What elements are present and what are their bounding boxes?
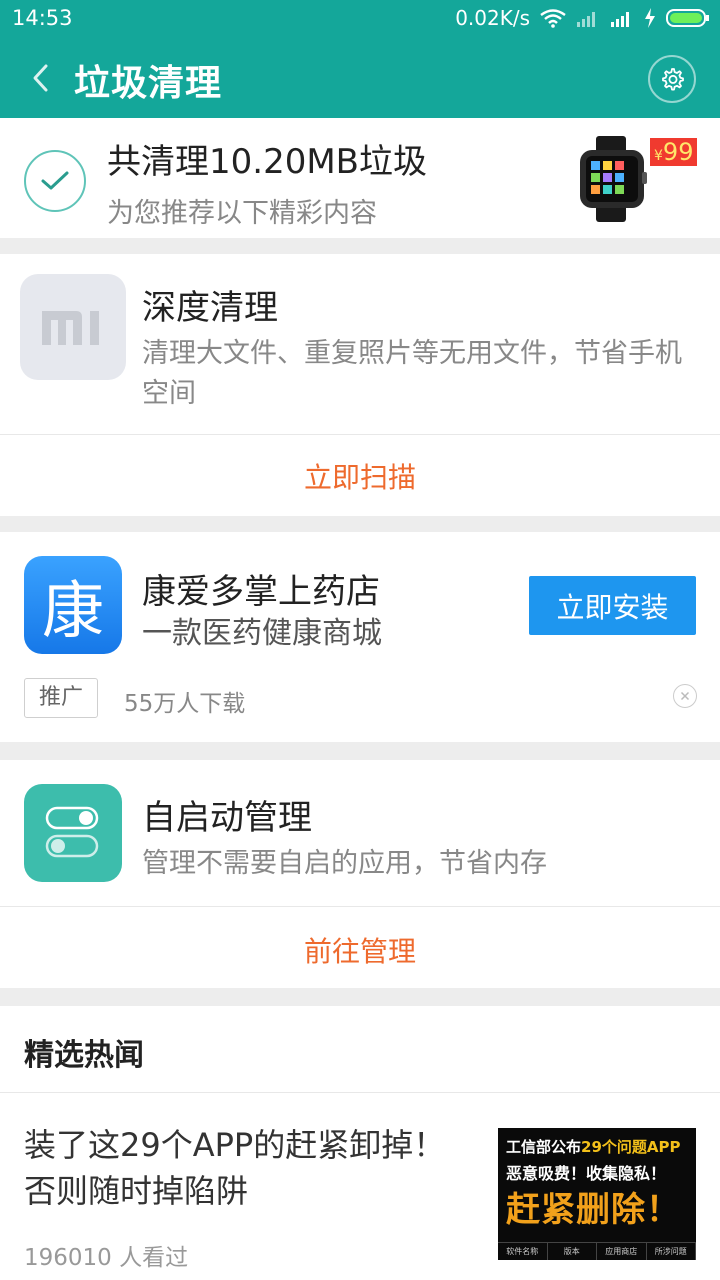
scan-now-link[interactable]: 立即扫描 (0, 456, 720, 496)
deep-clean-card: 深度清理 清理大文件、重复照片等无用文件，节省手机空间 立即扫描 (0, 254, 720, 516)
status-icons: 0.02K/s (455, 6, 710, 30)
deep-clean-title: 深度清理 (142, 288, 278, 328)
mi-icon-glyph (42, 311, 99, 345)
back-button[interactable] (24, 58, 58, 98)
autostart-description: 管理不需要自启的应用，节省内存 (142, 848, 547, 879)
mi-logo-icon (20, 274, 126, 380)
status-time: 14:53 (12, 6, 73, 30)
gear-icon (662, 68, 684, 91)
thumb-subline: 恶意吸费！收集隐私！ (506, 1164, 667, 1183)
app-bar: 垃圾清理 (0, 38, 720, 118)
check-circle-icon (24, 150, 86, 212)
wifi-icon (540, 9, 566, 28)
app-name: 康爱多掌上药店 (142, 572, 380, 612)
app-icon[interactable]: 康 (24, 556, 122, 654)
signal-icon-2 (611, 12, 629, 27)
go-manage-link[interactable]: 前往管理 (0, 930, 720, 970)
battery-icon (666, 9, 709, 27)
checkmark-icon (41, 171, 69, 190)
recommendation-subtitle: 为您推荐以下精彩内容 (107, 198, 377, 229)
thumb-callout: 赶紧删除！ (506, 1190, 681, 1230)
autostart-card: 自启动管理 管理不需要自启的应用，节省内存 前往管理 (0, 760, 720, 988)
news-thumbnail[interactable]: 工信部公布29个问题APP 恶意吸费！收集隐私！ 赶紧删除！ 软件名称 版本 应… (498, 1128, 696, 1260)
divider (0, 434, 720, 435)
status-bar: 14:53 0.02K/s (0, 0, 720, 38)
install-button[interactable]: 立即安装 (529, 576, 696, 635)
toggles-glyph (45, 806, 99, 858)
deep-clean-description: 清理大文件、重复照片等无用文件，节省手机空间 (142, 338, 682, 409)
promoted-tag: 推广 (24, 678, 99, 718)
divider (0, 1092, 720, 1093)
toggle-switch-icon (24, 784, 122, 882)
thumb-table-header: 软件名称 版本 应用商店 所涉问题 (498, 1242, 696, 1260)
network-speed: 0.02K/s (455, 6, 530, 30)
featured-news-section: 精选热闻 装了这29个APP的赶紧卸掉！否则随时掉陷阱 196010 人看过 工… (0, 1006, 720, 1280)
price-badge: ¥99 (650, 138, 698, 166)
charging-icon (645, 8, 655, 28)
signal-icon (577, 12, 595, 27)
thumb-headline: 工信部公布29个问题APP (506, 1138, 681, 1156)
section-title: 精选热闻 (24, 1038, 144, 1073)
app-ad-card: 康 康爱多掌上药店 一款医药健康商城 立即安装 推广 55万人下载 (0, 532, 720, 742)
clean-summary-card: 共清理10.20MB垃圾 为您推荐以下精彩内容 ¥99 (0, 118, 720, 238)
chevron-left-icon (33, 64, 48, 92)
smartwatch-ad-image[interactable] (574, 136, 654, 222)
close-ad-button[interactable] (673, 684, 697, 708)
divider (0, 906, 720, 907)
close-icon (680, 691, 690, 701)
news-view-count: 196010 人看过 (24, 1245, 189, 1271)
news-item-title[interactable]: 装了这29个APP的赶紧卸掉！否则随时掉陷阱 (24, 1122, 474, 1214)
download-count: 55万人下载 (124, 691, 246, 717)
autostart-title: 自启动管理 (142, 798, 312, 838)
cleaned-amount-title: 共清理10.20MB垃圾 (107, 142, 427, 182)
settings-button[interactable] (648, 55, 696, 103)
page-title: 垃圾清理 (74, 63, 223, 104)
